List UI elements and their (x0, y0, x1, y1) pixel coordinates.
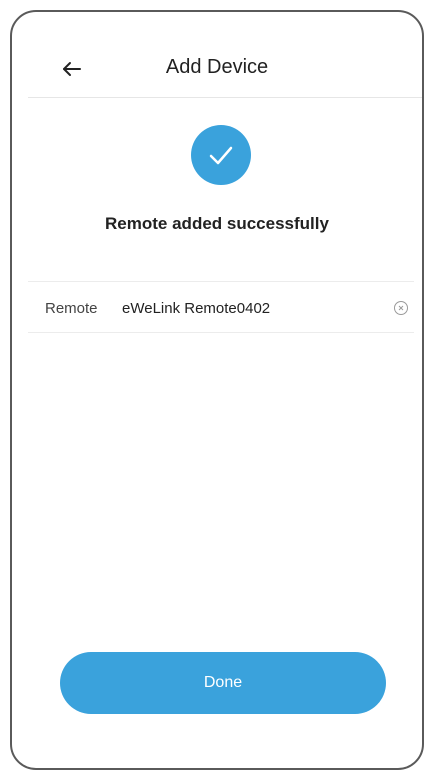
phone-frame: Add Device Remote added successfully Rem… (10, 10, 424, 770)
success-badge (191, 125, 251, 185)
device-name-row: Remote (28, 281, 414, 333)
device-label: Remote (45, 300, 98, 317)
done-button[interactable]: Done (60, 652, 386, 714)
header: Add Device (28, 12, 422, 98)
checkmark-icon (209, 146, 233, 165)
clear-icon (398, 305, 404, 311)
clear-button[interactable] (394, 301, 408, 315)
device-name-input[interactable] (122, 296, 372, 320)
page-title: Add Device (165, 56, 269, 78)
success-message: Remote added successfully (105, 214, 329, 233)
